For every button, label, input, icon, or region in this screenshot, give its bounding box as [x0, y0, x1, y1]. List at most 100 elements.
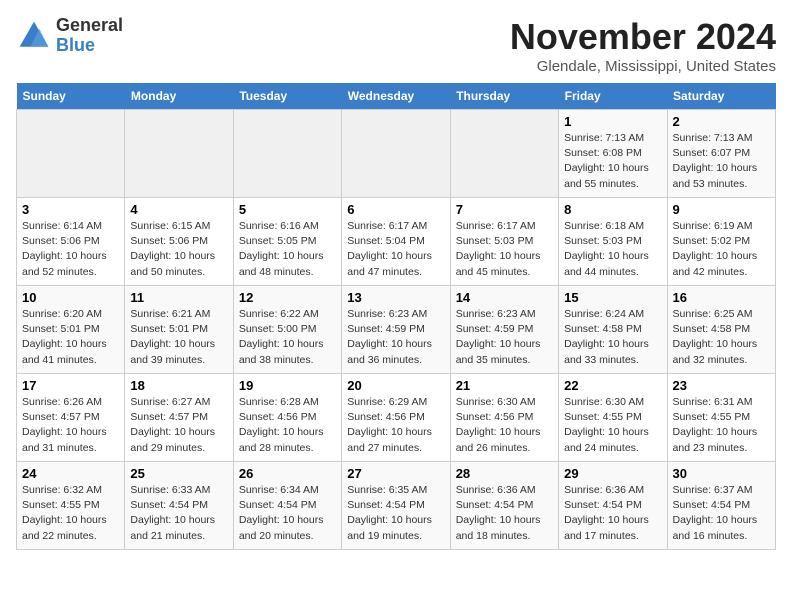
day-info: Sunrise: 6:37 AM Sunset: 4:54 PM Dayligh…	[673, 483, 770, 544]
calendar-cell: 13 Sunrise: 6:23 AM Sunset: 4:59 PM Dayli…	[342, 286, 450, 374]
weekday-header: Monday	[125, 83, 233, 110]
day-number: 16	[673, 290, 770, 305]
weekday-header: Tuesday	[233, 83, 341, 110]
calendar-week-row: 10Sunrise: 6:20 AM Sunset: 5:01 PM Dayli…	[17, 286, 776, 374]
calendar-cell: 22 Sunrise: 6:30 AM Sunset: 4:55 PM Dayli…	[559, 374, 667, 462]
day-info: Sunrise: 7:13 AM Sunset: 6:07 PM Dayligh…	[673, 131, 770, 192]
calendar-cell: 8 Sunrise: 6:18 AM Sunset: 5:03 PM Daylig…	[559, 198, 667, 286]
day-number: 13	[347, 290, 444, 305]
day-info: Sunrise: 6:24 AM Sunset: 4:58 PM Dayligh…	[564, 307, 661, 368]
weekday-header: Saturday	[667, 83, 775, 110]
day-info: Sunrise: 6:29 AM Sunset: 4:56 PM Dayligh…	[347, 395, 444, 456]
day-info: Sunrise: 7:13 AM Sunset: 6:08 PM Dayligh…	[564, 131, 661, 192]
day-number: 24	[22, 466, 119, 481]
day-number: 22	[564, 378, 661, 393]
logo-icon	[16, 18, 52, 54]
day-info: Sunrise: 6:19 AM Sunset: 5:02 PM Dayligh…	[673, 219, 770, 280]
calendar-cell: 21 Sunrise: 6:30 AM Sunset: 4:56 PM Dayli…	[450, 374, 558, 462]
calendar-cell: 9 Sunrise: 6:19 AM Sunset: 5:02 PM Daylig…	[667, 198, 775, 286]
day-number: 15	[564, 290, 661, 305]
logo: General Blue	[16, 16, 123, 56]
logo-blue: Blue	[56, 36, 123, 56]
day-info: Sunrise: 6:17 AM Sunset: 5:04 PM Dayligh…	[347, 219, 444, 280]
calendar-week-row: 24 Sunrise: 6:32 AM Sunset: 4:55 PM Dayli…	[17, 462, 776, 550]
day-number: 20	[347, 378, 444, 393]
calendar-cell: 26 Sunrise: 6:34 AM Sunset: 4:54 PM Dayli…	[233, 462, 341, 550]
day-info: Sunrise: 6:14 AM Sunset: 5:06 PM Dayligh…	[22, 219, 119, 280]
day-number: 21	[456, 378, 553, 393]
calendar-cell: 10Sunrise: 6:20 AM Sunset: 5:01 PM Dayli…	[17, 286, 125, 374]
day-number: 2	[673, 114, 770, 129]
day-number: 27	[347, 466, 444, 481]
day-info: Sunrise: 6:34 AM Sunset: 4:54 PM Dayligh…	[239, 483, 336, 544]
calendar-cell	[233, 110, 341, 198]
calendar-cell: 24 Sunrise: 6:32 AM Sunset: 4:55 PM Dayli…	[17, 462, 125, 550]
day-info: Sunrise: 6:32 AM Sunset: 4:55 PM Dayligh…	[22, 483, 119, 544]
day-info: Sunrise: 6:36 AM Sunset: 4:54 PM Dayligh…	[564, 483, 661, 544]
calendar-cell: 17 Sunrise: 6:26 AM Sunset: 4:57 PM Dayli…	[17, 374, 125, 462]
calendar-cell: 20 Sunrise: 6:29 AM Sunset: 4:56 PM Dayli…	[342, 374, 450, 462]
day-info: Sunrise: 6:26 AM Sunset: 4:57 PM Dayligh…	[22, 395, 119, 456]
day-number: 19	[239, 378, 336, 393]
weekday-header: Sunday	[17, 83, 125, 110]
calendar-cell	[17, 110, 125, 198]
calendar-cell: 5Sunrise: 6:16 AM Sunset: 5:05 PM Daylig…	[233, 198, 341, 286]
day-number: 11	[130, 290, 227, 305]
calendar-table: SundayMondayTuesdayWednesdayThursdayFrid…	[16, 83, 776, 550]
day-number: 17	[22, 378, 119, 393]
day-info: Sunrise: 6:20 AM Sunset: 5:01 PM Dayligh…	[22, 307, 119, 368]
calendar-title: November 2024	[510, 16, 776, 58]
calendar-cell: 15 Sunrise: 6:24 AM Sunset: 4:58 PM Dayli…	[559, 286, 667, 374]
calendar-cell: 3 Sunrise: 6:14 AM Sunset: 5:06 PM Daylig…	[17, 198, 125, 286]
day-info: Sunrise: 6:15 AM Sunset: 5:06 PM Dayligh…	[130, 219, 227, 280]
calendar-cell: 16 Sunrise: 6:25 AM Sunset: 4:58 PM Dayli…	[667, 286, 775, 374]
day-info: Sunrise: 6:23 AM Sunset: 4:59 PM Dayligh…	[347, 307, 444, 368]
calendar-week-row: 3 Sunrise: 6:14 AM Sunset: 5:06 PM Daylig…	[17, 198, 776, 286]
calendar-header: SundayMondayTuesdayWednesdayThursdayFrid…	[17, 83, 776, 110]
calendar-subtitle: Glendale, Mississippi, United States	[510, 58, 776, 75]
calendar-cell: 30 Sunrise: 6:37 AM Sunset: 4:54 PM Dayli…	[667, 462, 775, 550]
page-header: General Blue November 2024 Glendale, Mis…	[16, 16, 776, 75]
calendar-cell: 29 Sunrise: 6:36 AM Sunset: 4:54 PM Dayli…	[559, 462, 667, 550]
calendar-cell	[342, 110, 450, 198]
day-number: 26	[239, 466, 336, 481]
day-number: 9	[673, 202, 770, 217]
calendar-cell: 18Sunrise: 6:27 AM Sunset: 4:57 PM Dayli…	[125, 374, 233, 462]
day-info: Sunrise: 6:33 AM Sunset: 4:54 PM Dayligh…	[130, 483, 227, 544]
calendar-cell: 6 Sunrise: 6:17 AM Sunset: 5:04 PM Daylig…	[342, 198, 450, 286]
day-info: Sunrise: 6:30 AM Sunset: 4:56 PM Dayligh…	[456, 395, 553, 456]
title-block: November 2024 Glendale, Mississippi, Uni…	[510, 16, 776, 75]
calendar-cell: 1 Sunrise: 7:13 AM Sunset: 6:08 PM Daylig…	[559, 110, 667, 198]
day-info: Sunrise: 6:18 AM Sunset: 5:03 PM Dayligh…	[564, 219, 661, 280]
day-number: 30	[673, 466, 770, 481]
day-info: Sunrise: 6:30 AM Sunset: 4:55 PM Dayligh…	[564, 395, 661, 456]
calendar-cell: 11 Sunrise: 6:21 AM Sunset: 5:01 PM Dayli…	[125, 286, 233, 374]
day-number: 14	[456, 290, 553, 305]
day-info: Sunrise: 6:36 AM Sunset: 4:54 PM Dayligh…	[456, 483, 553, 544]
day-number: 5	[239, 202, 336, 217]
calendar-cell: 28Sunrise: 6:36 AM Sunset: 4:54 PM Dayli…	[450, 462, 558, 550]
calendar-cell: 2 Sunrise: 7:13 AM Sunset: 6:07 PM Daylig…	[667, 110, 775, 198]
day-number: 6	[347, 202, 444, 217]
logo-general: General	[56, 16, 123, 36]
weekday-header: Friday	[559, 83, 667, 110]
day-info: Sunrise: 6:25 AM Sunset: 4:58 PM Dayligh…	[673, 307, 770, 368]
day-number: 29	[564, 466, 661, 481]
day-info: Sunrise: 6:21 AM Sunset: 5:01 PM Dayligh…	[130, 307, 227, 368]
calendar-cell: 19Sunrise: 6:28 AM Sunset: 4:56 PM Dayli…	[233, 374, 341, 462]
calendar-cell: 25Sunrise: 6:33 AM Sunset: 4:54 PM Dayli…	[125, 462, 233, 550]
day-number: 1	[564, 114, 661, 129]
calendar-week-row: 1 Sunrise: 7:13 AM Sunset: 6:08 PM Daylig…	[17, 110, 776, 198]
day-number: 18	[130, 378, 227, 393]
day-info: Sunrise: 6:22 AM Sunset: 5:00 PM Dayligh…	[239, 307, 336, 368]
day-number: 7	[456, 202, 553, 217]
weekday-header: Thursday	[450, 83, 558, 110]
day-number: 8	[564, 202, 661, 217]
calendar-cell	[125, 110, 233, 198]
day-number: 12	[239, 290, 336, 305]
calendar-cell	[450, 110, 558, 198]
calendar-cell: 27Sunrise: 6:35 AM Sunset: 4:54 PM Dayli…	[342, 462, 450, 550]
day-number: 3	[22, 202, 119, 217]
calendar-cell: 14Sunrise: 6:23 AM Sunset: 4:59 PM Dayli…	[450, 286, 558, 374]
calendar-cell: 4Sunrise: 6:15 AM Sunset: 5:06 PM Daylig…	[125, 198, 233, 286]
